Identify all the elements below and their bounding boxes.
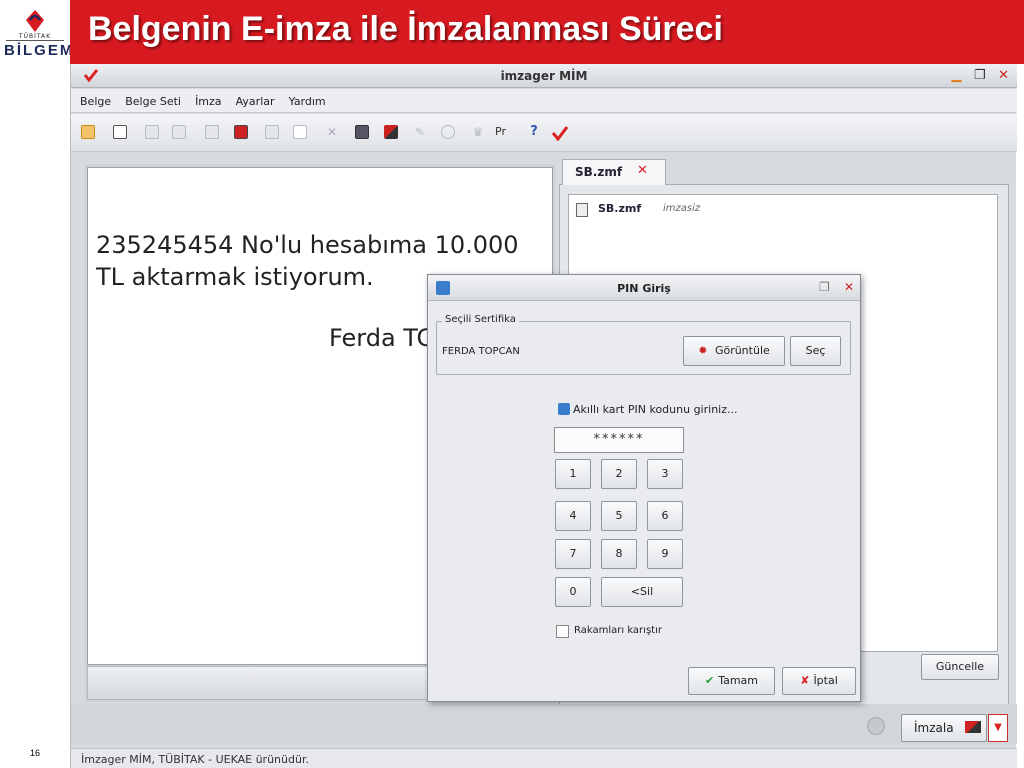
checkmark-icon: ✔ [704, 674, 715, 687]
card-reader-icon [558, 403, 570, 415]
view-certificate-button[interactable]: ✹ Görüntüle [683, 336, 785, 366]
pr-button[interactable]: Pr [495, 125, 515, 139]
certificate-name: FERDA TOPCAN [442, 346, 520, 357]
certificate-badge-icon: ✹ [698, 344, 708, 357]
menu-belge[interactable]: Belge [80, 95, 111, 108]
sign-icon[interactable] [384, 125, 398, 139]
pin-prompt-text: Akıllı kart PIN kodunu giriniz... [573, 403, 738, 416]
open-icon[interactable] [145, 125, 159, 139]
menu-yardim[interactable]: Yardım [289, 95, 326, 108]
pin-dialog: PIN Giriş ❐ ✕ Seçili Sertifika FERDA TOP… [427, 274, 861, 702]
update-button[interactable]: Güncelle [921, 654, 999, 680]
keypad-5[interactable]: 5 [601, 501, 637, 531]
sign-dropdown-icon[interactable]: ▼ [988, 714, 1008, 742]
ok-button-label: Tamam [718, 674, 759, 687]
help-icon[interactable]: ? [527, 125, 541, 139]
certificate-group-label: Seçili Sertifika [442, 314, 519, 325]
pin-input[interactable]: ****** [554, 427, 684, 453]
keypad-0[interactable]: 0 [555, 577, 591, 607]
keypad-4[interactable]: 4 [555, 501, 591, 531]
pin-restore-icon[interactable]: ❐ [819, 280, 830, 294]
properties-icon[interactable] [172, 125, 186, 139]
keypad-2[interactable]: 2 [601, 459, 637, 489]
pin-close-icon[interactable]: ✕ [844, 280, 854, 294]
logo-text: BİLGEM [4, 42, 75, 59]
keypad-8[interactable]: 8 [601, 539, 637, 569]
sign-button[interactable]: İmzala [901, 714, 987, 742]
tree-view-icon[interactable] [81, 125, 95, 139]
ok-button[interactable]: ✔ Tamam [688, 667, 775, 695]
menu-ayarlar[interactable]: Ayarlar [236, 95, 275, 108]
blank-page-icon[interactable] [293, 125, 307, 139]
app-title: imzager MİM [500, 69, 588, 83]
pin-dialog-controls: ❐ ✕ [819, 280, 854, 294]
app-titlebar: imzager MİM ▁ ❐ ✕ [71, 64, 1017, 88]
copy-icon[interactable] [265, 125, 279, 139]
toolbar: ✕ ✎ ♛ Pr ? [71, 114, 1017, 152]
certificate-icon[interactable]: ♛ [471, 125, 485, 139]
save-as-icon[interactable] [205, 125, 219, 139]
close-icon[interactable]: ✕ [998, 68, 1009, 83]
window-controls: ▁ ❐ ✕ [943, 68, 1009, 83]
cancel-button-label: İptal [813, 674, 838, 687]
cancel-button[interactable]: ✘ İptal [782, 667, 856, 695]
slide-title: Belgenin E-imza ile İmzalanması Süreci [88, 10, 723, 48]
keypad-delete[interactable]: <Sil [601, 577, 683, 607]
keypad-3[interactable]: 3 [647, 459, 683, 489]
document-file-icon [576, 203, 588, 217]
verify-icon[interactable] [441, 125, 455, 139]
timestamp-icon[interactable] [867, 717, 885, 735]
tree-item-name[interactable]: SB.zmf [598, 202, 641, 215]
restore-icon[interactable]: ❐ [974, 68, 986, 83]
menu-belge-seti[interactable]: Belge Seti [125, 95, 181, 108]
sign-pen-icon [965, 721, 982, 733]
tab-label: SB.zmf [575, 165, 623, 179]
pin-dialog-titlebar: PIN Giriş ❐ ✕ [428, 275, 860, 301]
menu-bar: Belge Belge Seti İmza Ayarlar Yardım [71, 89, 1017, 113]
keypad-7[interactable]: 7 [555, 539, 591, 569]
keypad-1[interactable]: 1 [555, 459, 591, 489]
status-text: İmzager MİM, TÜBİTAK - UEKAE ürünüdür. [81, 753, 309, 766]
new-document-icon[interactable] [113, 125, 127, 139]
menu-imza[interactable]: İmza [195, 95, 221, 108]
delete-icon[interactable]: ✕ [325, 125, 339, 139]
tab-close-icon[interactable]: ✕ [637, 163, 648, 178]
keypad-6[interactable]: 6 [647, 501, 683, 531]
minimize-icon[interactable]: ▁ [951, 68, 961, 83]
page-number: 16 [30, 748, 41, 758]
status-bar: İmzager MİM, TÜBİTAK - UEKAE ürünüdür. [71, 748, 1017, 768]
select-certificate-button[interactable]: Seç [790, 336, 841, 366]
pin-dialog-title: PIN Giriş [617, 282, 671, 295]
save-icon[interactable] [355, 125, 369, 139]
tab-sb-zmf[interactable]: SB.zmf ✕ [562, 159, 666, 185]
pen-icon[interactable]: ✎ [413, 125, 427, 139]
tubitak-logo-icon [26, 10, 44, 32]
sign-button-label: İmzala [914, 721, 954, 735]
keypad-9[interactable]: 9 [647, 539, 683, 569]
shuffle-digits-checkbox[interactable] [556, 625, 569, 638]
logo-subtitle: TÜBİTAK [6, 33, 64, 41]
document-signature-text: Ferda TC [329, 324, 434, 352]
imzager-logo-icon[interactable] [551, 125, 569, 141]
tree-item-status: imzasiz [663, 203, 701, 214]
cancel-x-icon: ✘ [800, 674, 810, 687]
shuffle-digits-label: Rakamları karıştır [574, 625, 662, 636]
export-icon[interactable] [234, 125, 248, 139]
pin-prompt: Akıllı kart PIN kodunu giriniz... [558, 403, 737, 416]
view-certificate-label: Görüntüle [714, 344, 770, 357]
